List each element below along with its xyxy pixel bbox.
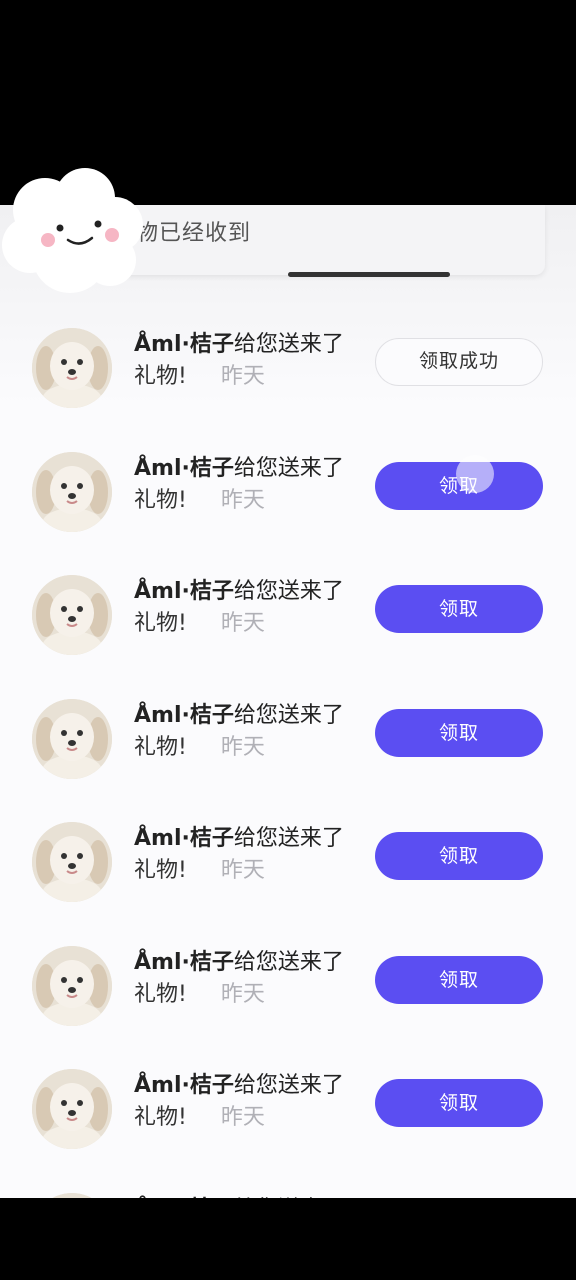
claim-button[interactable]: 领取 xyxy=(375,1079,543,1127)
message-body: 给您送来了 xyxy=(233,455,344,481)
claim-button[interactable]: 领取 xyxy=(375,708,543,757)
puppy-avatar-icon[interactable] xyxy=(32,451,112,532)
sender-name: Åml·桔子 xyxy=(134,579,234,604)
list-item: Åml·桔子给您送来了 xyxy=(0,1165,576,1199)
puppy-avatar-icon[interactable] xyxy=(32,822,112,902)
sender-name: Åml·桔子 xyxy=(134,332,234,357)
toast-notification: 物已经收到 xyxy=(120,205,545,277)
message-suffix: 礼物! xyxy=(134,1105,187,1130)
message-suffix: 礼物! xyxy=(134,981,187,1007)
message-line2: 礼物! 昨天 xyxy=(134,976,265,1008)
sender-name: Åml·桔子 xyxy=(134,949,234,975)
timestamp: 昨天 xyxy=(220,611,265,636)
timestamp: 昨天 xyxy=(220,734,265,760)
message-body: 给您送来了 xyxy=(233,949,344,975)
list-item: Åml·桔子给您送来了礼物! 昨天 领取 xyxy=(0,547,576,657)
sender-name: Åml·桔子 xyxy=(134,826,234,851)
list-item: Åml·桔子给您送来了礼物! 昨天 领取成功 xyxy=(0,300,576,410)
message-suffix: 礼物! xyxy=(134,611,187,636)
message-text: Åml·桔子给您送来了 xyxy=(134,1067,344,1099)
timestamp: 昨天 xyxy=(220,858,265,883)
timestamp: 昨天 xyxy=(220,364,265,389)
touch-indicator xyxy=(456,455,494,493)
gift-notification-screen: 物已经收到 Åml·桔子给您送来了 礼物! 昨天 领取成功 Åml·桔子给您送来了 礼物… xyxy=(0,205,576,1198)
bottom-letterbox xyxy=(0,1198,576,1280)
message-line2: 礼物! 昨天 xyxy=(134,358,265,390)
message-text: Åml·桔子给您送来了 xyxy=(134,326,344,358)
sender-name: Åml·桔子 xyxy=(134,702,234,728)
sender-name: Åml·桔子 xyxy=(134,455,234,481)
message-line2: 礼物! 昨天 xyxy=(134,482,265,514)
message-text: Åml·桔子给您送来了 xyxy=(134,944,344,976)
list-item: Åml·桔子给您送来了礼物! 昨天 领取 xyxy=(0,1041,576,1151)
message-suffix: 礼物! xyxy=(134,858,187,883)
timestamp: 昨天 xyxy=(220,487,265,513)
message-body: 给您送来了 xyxy=(233,332,344,357)
puppy-avatar-icon[interactable] xyxy=(32,945,112,1026)
puppy-avatar-icon[interactable] xyxy=(32,698,112,779)
message-line2: 礼物! 昨天 xyxy=(134,729,265,761)
toast-text: 物已经收到 xyxy=(136,221,252,246)
message-text: Åml·桔子给您送来了 xyxy=(134,820,344,852)
message-suffix: 礼物! xyxy=(134,734,187,760)
message-body: 给您送来了 xyxy=(233,826,344,851)
message-line2: 礼物! 昨天 xyxy=(134,852,265,884)
toast-handle-bar[interactable] xyxy=(288,272,450,277)
timestamp: 昨天 xyxy=(220,981,265,1007)
message-text: Åml·桔子给您送来了 xyxy=(134,1191,344,1199)
sender-name: Åml·桔子 xyxy=(134,1073,234,1098)
message-text: Åml·桔子给您送来了 xyxy=(134,450,344,482)
message-line2: 礼物! 昨天 xyxy=(134,605,265,637)
claim-button[interactable]: 领取 xyxy=(375,832,543,880)
claimed-button[interactable]: 领取成功 xyxy=(375,338,543,386)
message-body: 给您送来了 xyxy=(233,702,344,728)
claim-button[interactable]: 领取 xyxy=(375,585,543,633)
puppy-avatar-icon[interactable] xyxy=(32,575,112,655)
message-text: Åml·桔子给您送来了 xyxy=(134,573,344,605)
message-body: 给您送来了 xyxy=(233,579,344,604)
message-text: Åml·桔子给您送来了 xyxy=(134,697,344,729)
timestamp: 昨天 xyxy=(220,1105,265,1130)
list-item: Åml·桔子给您送来了礼物! 昨天 领取 xyxy=(0,671,576,781)
list-item: Åml·桔子给您送来了礼物! 昨天 领取 xyxy=(0,794,576,904)
message-body: 给您送来了 xyxy=(233,1073,344,1098)
message-suffix: 礼物! xyxy=(134,364,187,389)
puppy-avatar-icon[interactable] xyxy=(32,328,112,408)
list-item: Åml·桔子给您送来了礼物! 昨天 领取 xyxy=(0,918,576,1028)
claim-button[interactable]: 领取 xyxy=(375,955,543,1004)
cloud-face-sticker-icon xyxy=(2,168,143,293)
message-line2: 礼物! 昨天 xyxy=(134,1099,265,1131)
message-suffix: 礼物! xyxy=(134,487,187,513)
puppy-avatar-icon[interactable] xyxy=(32,1069,112,1149)
